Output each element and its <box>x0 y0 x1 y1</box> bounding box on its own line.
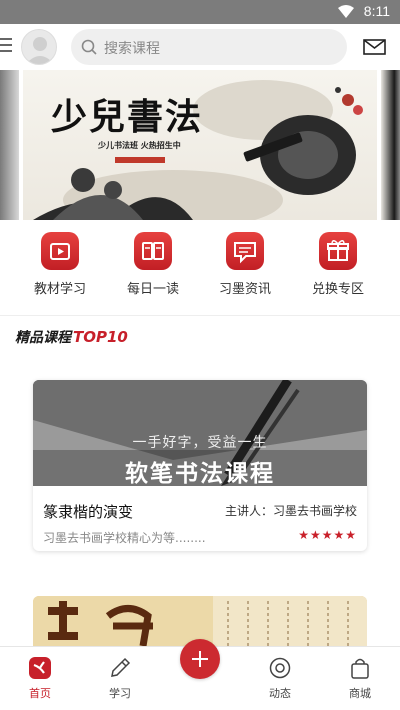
home-icon <box>29 657 51 679</box>
status-time: 8:11 <box>363 3 390 19</box>
quick-action-study[interactable]: 教材学习 <box>20 232 100 297</box>
add-button[interactable] <box>180 639 220 679</box>
banner-slide[interactable]: 少兒書法 少儿书法班 火热招生中 <box>23 70 377 220</box>
avatar[interactable] <box>21 29 57 65</box>
quick-action-daily-read[interactable]: 每日一读 <box>113 232 193 297</box>
tab-label: 首页 <box>29 687 51 700</box>
gift-icon <box>319 232 357 270</box>
course-image-slogan: 一手好字，受益一生 <box>132 435 268 451</box>
tab-label: 动态 <box>269 687 291 700</box>
video-icon <box>41 232 79 270</box>
course-title: 篆隶楷的演变 <box>43 503 134 521</box>
course-teacher: 主讲人：习墨去书画学校 <box>224 504 357 518</box>
tab-label: 商城 <box>349 687 371 700</box>
wifi-icon <box>338 5 354 18</box>
book-icon <box>134 232 172 270</box>
quick-action-label: 习墨资讯 <box>218 282 271 297</box>
section-title-en: TOP10 <box>73 328 128 346</box>
quick-action-label: 教材学习 <box>33 282 86 297</box>
bag-icon <box>351 658 369 679</box>
menu-icon[interactable] <box>0 37 12 53</box>
quick-action-label: 每日一读 <box>126 282 179 297</box>
user-avatar-icon <box>26 37 54 64</box>
quick-action-redeem[interactable]: 兑换专区 <box>298 232 378 297</box>
chat-icon <box>269 657 291 679</box>
message-icon <box>226 232 264 270</box>
tab-study[interactable]: 学习 <box>80 647 160 710</box>
section-title-cn: 精品课程 <box>15 330 71 346</box>
course-image-title: 软笔书法课程 <box>125 460 275 486</box>
course-image: 一手好字，受益一生 软笔书法课程 <box>33 380 367 486</box>
divider <box>0 315 400 316</box>
course-description: 习墨去书画学校精心为等........ <box>43 531 206 545</box>
banner-subtitle: 少儿书法班 火热招生中 <box>98 141 181 150</box>
quick-actions: 教材学习 每日一读 习墨资讯 兑换专区 <box>0 232 400 302</box>
banner-title: 少兒書法 <box>51 96 204 138</box>
search-placeholder: 搜索课程 <box>104 41 160 57</box>
pen-icon <box>111 657 131 677</box>
search-input[interactable]: 搜索课程 <box>71 29 347 65</box>
status-bar: 8:11 <box>0 0 400 24</box>
rating-stars: ★★★★★ <box>298 528 357 542</box>
banner-tag <box>115 157 165 163</box>
tab-home[interactable]: 首页 <box>0 647 80 710</box>
section-title: 精品课程 TOP10 <box>15 327 128 347</box>
banner-next-slide[interactable] <box>381 70 400 220</box>
quick-action-news[interactable]: 习墨资讯 <box>205 232 285 297</box>
bottom-tab-bar: 首页 学习 动态 商城 <box>0 639 400 710</box>
banner-prev-slide[interactable] <box>0 70 19 220</box>
tab-store[interactable]: 商城 <box>320 647 400 710</box>
quick-action-label: 兑换专区 <box>311 282 364 297</box>
banner-carousel[interactable]: 少兒書法 少儿书法班 火热招生中 <box>0 70 400 222</box>
search-icon <box>81 39 97 55</box>
course-card[interactable]: 一手好字，受益一生 软笔书法课程 篆隶楷的演变 主讲人：习墨去书画学校 习墨去书… <box>33 380 367 551</box>
top-bar: 搜索课程 <box>0 24 400 70</box>
tab-label: 学习 <box>109 687 131 700</box>
mail-icon[interactable] <box>363 39 386 55</box>
tab-feed[interactable]: 动态 <box>240 647 320 710</box>
